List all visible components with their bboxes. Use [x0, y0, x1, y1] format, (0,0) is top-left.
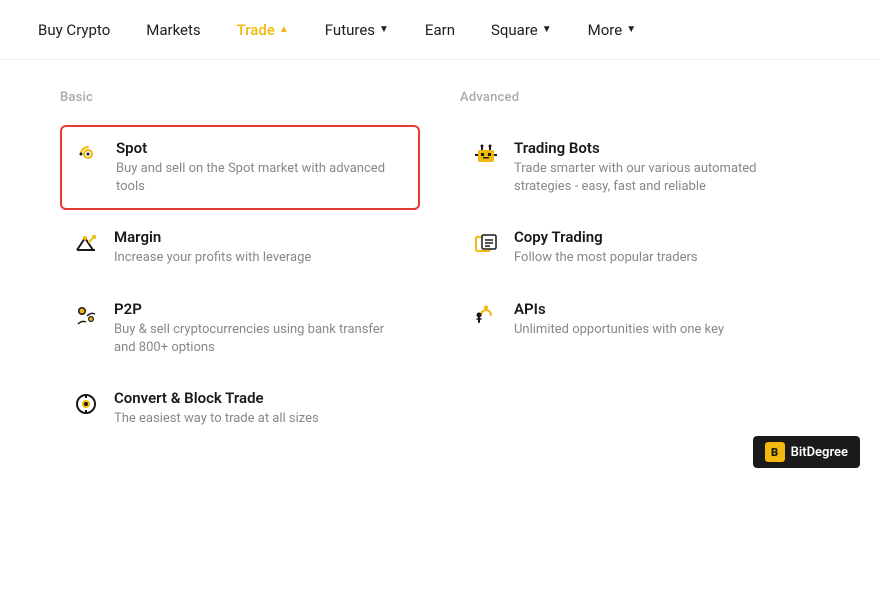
futures-chevron-icon: ▼ — [379, 24, 389, 35]
bitdegree-badge[interactable]: B BitDegree — [753, 436, 860, 468]
bitdegree-icon: B — [765, 442, 785, 462]
apis-icon — [472, 301, 500, 329]
spot-menu-item[interactable]: Spot Buy and sell on the Spot market wit… — [60, 125, 420, 210]
copy-trading-menu-item[interactable]: Copy Trading Follow the most popular tra… — [460, 214, 820, 281]
p2p-icon — [72, 301, 100, 329]
margin-icon — [72, 229, 100, 257]
p2p-desc: Buy & sell cryptocurrencies using bank t… — [114, 321, 408, 357]
convert-menu-item[interactable]: Convert & Block Trade The easiest way to… — [60, 375, 420, 442]
spot-title: Spot — [116, 139, 406, 157]
spot-icon — [74, 140, 102, 168]
p2p-menu-item[interactable]: P2P Buy & sell cryptocurrencies using ba… — [60, 286, 420, 371]
copy-trading-icon — [472, 229, 500, 257]
convert-icon — [72, 390, 100, 418]
nav-futures[interactable]: Futures ▼ — [307, 0, 407, 60]
apis-title: APIs — [514, 300, 724, 318]
margin-desc: Increase your profits with leverage — [114, 249, 311, 267]
nav-earn[interactable]: Earn — [407, 0, 473, 60]
apis-menu-item[interactable]: APIs Unlimited opportunities with one ke… — [460, 286, 820, 353]
nav-buy-crypto[interactable]: Buy Crypto — [20, 0, 128, 60]
spot-desc: Buy and sell on the Spot market with adv… — [116, 160, 406, 196]
trade-dropdown: Basic Spot Buy and sell on the Spot mark… — [0, 60, 880, 486]
copy-trading-title: Copy Trading — [514, 228, 698, 246]
nav-square[interactable]: Square ▼ — [473, 0, 570, 60]
margin-title: Margin — [114, 228, 311, 246]
convert-title: Convert & Block Trade — [114, 389, 319, 407]
square-chevron-icon: ▼ — [542, 24, 552, 35]
more-chevron-icon: ▼ — [626, 24, 636, 35]
convert-desc: The easiest way to trade at all sizes — [114, 410, 319, 428]
trading-bots-icon — [472, 140, 500, 168]
page-wrapper: Buy Crypto Markets Trade ▲ Futures ▼ Ear… — [0, 0, 880, 486]
p2p-title: P2P — [114, 300, 408, 318]
bitdegree-label: BitDegree — [791, 445, 848, 460]
trading-bots-desc: Trade smarter with our various automated… — [514, 160, 808, 196]
trading-bots-menu-item[interactable]: Trading Bots Trade smarter with our vari… — [460, 125, 820, 210]
advanced-column: Advanced — [440, 90, 840, 446]
trade-chevron-icon: ▲ — [279, 24, 289, 35]
apis-desc: Unlimited opportunities with one key — [514, 321, 724, 339]
nav-more[interactable]: More ▼ — [570, 0, 654, 60]
nav-markets[interactable]: Markets — [128, 0, 218, 60]
copy-trading-desc: Follow the most popular traders — [514, 249, 698, 267]
basic-column-title: Basic — [60, 90, 420, 105]
navbar: Buy Crypto Markets Trade ▲ Futures ▼ Ear… — [0, 0, 880, 60]
basic-column: Basic Spot Buy and sell on the Spot mark… — [40, 90, 440, 446]
nav-trade[interactable]: Trade ▲ — [219, 0, 307, 60]
advanced-column-title: Advanced — [460, 90, 820, 105]
trading-bots-title: Trading Bots — [514, 139, 808, 157]
margin-menu-item[interactable]: Margin Increase your profits with levera… — [60, 214, 420, 281]
